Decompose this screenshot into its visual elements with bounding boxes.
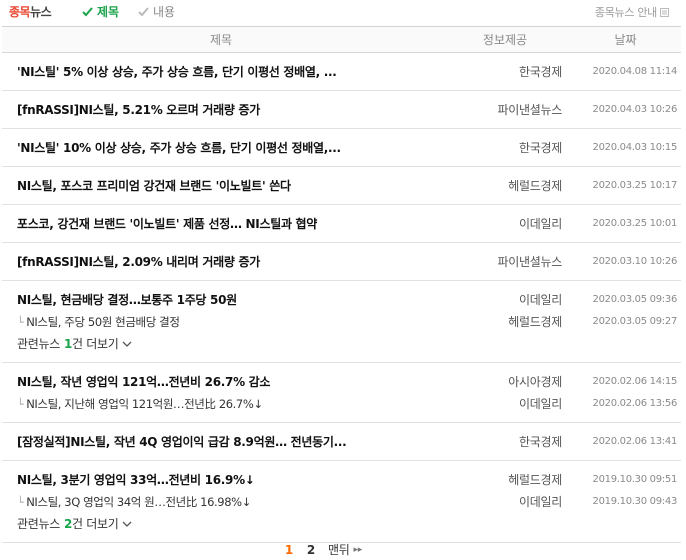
news-date: 2020.02.06 14:15 xyxy=(592,376,677,387)
related-news-link[interactable]: └ NI스틸, 지난해 영업익 121억원…전년比 26.7%↓ xyxy=(17,393,440,415)
table-row: [잠정실적]NI스틸, 작년 4Q 영업이익 급감 8.9억원… 전년동기...… xyxy=(2,422,681,461)
news-source: 파이낸셜뉴스 xyxy=(497,255,562,269)
section-title-part1: 종목 xyxy=(9,5,31,19)
news-date: 2020.03.05 09:36 xyxy=(592,294,677,305)
news-source: 한국경제 xyxy=(519,435,562,449)
related-news-link[interactable]: └ NI스틸, 3Q 영업익 34억 원…전년比 16.98%↓ xyxy=(17,491,440,513)
info-box-icon xyxy=(660,7,669,17)
news-date: 2020.02.06 13:41 xyxy=(592,436,677,447)
section-title-part2: 뉴스 xyxy=(30,5,52,19)
chevron-down-icon xyxy=(122,341,131,347)
related-news-label: 관련뉴스 xyxy=(17,517,60,531)
last-page-label: 맨뒤 xyxy=(328,543,350,557)
news-title-link[interactable]: 'NI스틸' 10% 이상 상승, 주가 상승 흐름, 단기 이평선 정배열,.… xyxy=(17,137,440,159)
table-row: NI스틸, 포스코 프리미엄 강건재 브랜드 '이노빌트' 쓴다 헤럴드경제 2… xyxy=(2,166,681,205)
related-news-label: 관련뉴스 xyxy=(17,337,60,351)
chevron-down-icon xyxy=(122,521,131,527)
related-news-title: NI스틸, 3Q 영업익 34억 원…전년比 16.98%↓ xyxy=(26,495,251,509)
column-header-date: 날짜 xyxy=(570,26,681,53)
news-date: 2020.04.03 10:26 xyxy=(592,104,677,115)
related-news-date: 2019.10.30 09:43 xyxy=(592,496,677,507)
related-news-more[interactable]: 관련뉴스 2 건 더보기 xyxy=(17,513,440,535)
news-source: 한국경제 xyxy=(519,65,562,79)
related-news-title: NI스틸, 주당 50원 현금배당 결정 xyxy=(26,315,180,329)
related-news-count: 1 xyxy=(63,337,73,351)
news-title-link[interactable]: NI스틸, 작년 영업익 121억…전년비 26.7% 감소 xyxy=(17,371,440,393)
news-source: 헤럴드경제 xyxy=(508,473,562,487)
last-page-link[interactable]: 맨뒤 ▸▸ xyxy=(328,541,362,558)
news-title-link[interactable]: [fnRASSI]NI스틸, 5.21% 오르며 거래량 증가 xyxy=(17,99,440,121)
filter-title-toggle[interactable]: 제목 xyxy=(82,3,119,20)
table-row: [fnRASSI]NI스틸, 2.09% 내리며 거래량 증가 파이낸셜뉴스 2… xyxy=(2,242,681,281)
news-guide-label: 종목뉴스 안내 xyxy=(594,6,657,19)
news-date: 2020.03.25 10:17 xyxy=(592,180,677,191)
sub-bullet-icon: └ xyxy=(17,316,24,329)
check-icon xyxy=(82,7,93,17)
news-date: 2020.03.25 10:01 xyxy=(592,218,677,229)
related-news-date: 2020.03.05 09:27 xyxy=(592,316,677,327)
news-header: 종목뉴스 제목 내용 종목뉴스 안내 xyxy=(0,0,686,22)
related-news-suffix: 건 더보기 xyxy=(72,337,119,351)
news-title-link[interactable]: [잠정실적]NI스틸, 작년 4Q 영업이익 급감 8.9억원… 전년동기... xyxy=(17,431,440,453)
news-title-link[interactable]: [fnRASSI]NI스틸, 2.09% 내리며 거래량 증가 xyxy=(17,251,440,273)
table-row: 'NI스틸' 5% 이상 상승, 주가 상승 흐름, 단기 이평선 정배열, .… xyxy=(2,52,681,91)
news-source: 아시아경제 xyxy=(508,375,562,389)
filter-body-toggle[interactable]: 내용 xyxy=(138,3,175,20)
related-news-source: 이데일리 xyxy=(519,495,562,509)
filter-body-label: 내용 xyxy=(153,5,176,19)
related-news-more[interactable]: 관련뉴스 1 건 더보기 xyxy=(17,333,440,355)
news-date: 2019.10.30 09:51 xyxy=(592,474,677,485)
news-title-link[interactable]: NI스틸, 현금배당 결정…보통주 1주당 50원 xyxy=(17,289,440,311)
news-date: 2020.04.03 10:15 xyxy=(592,142,677,153)
news-date: 2020.03.10 10:26 xyxy=(592,256,677,267)
related-news-link[interactable]: └ NI스틸, 주당 50원 현금배당 결정 xyxy=(17,311,440,333)
news-table: 제목 정보제공 날짜 'NI스틸' 5% 이상 상승, 주가 상승 흐름, 단기… xyxy=(2,26,681,543)
news-guide-link[interactable]: 종목뉴스 안내 xyxy=(595,4,669,20)
column-header-source: 정보제공 xyxy=(440,26,570,53)
news-title-link[interactable]: NI스틸, 포스코 프리미엄 강건재 브랜드 '이노빌트' 쓴다 xyxy=(17,175,440,197)
related-news-date: 2020.02.06 13:56 xyxy=(592,398,677,409)
table-row: [fnRASSI]NI스틸, 5.21% 오르며 거래량 증가 파이낸셜뉴스 2… xyxy=(2,90,681,129)
related-news-count: 2 xyxy=(63,517,73,531)
news-source: 헤럴드경제 xyxy=(508,179,562,193)
check-icon xyxy=(138,7,149,17)
filter-title-label: 제목 xyxy=(97,5,120,19)
news-source: 이데일리 xyxy=(519,217,562,231)
pagination: 1 2 맨뒤 ▸▸ xyxy=(278,541,362,558)
news-title-link[interactable]: 포스코, 강건재 브랜드 '이노빌트' 제품 선정… NI스틸과 협약 xyxy=(17,213,440,235)
page-1-link[interactable]: 1 xyxy=(278,543,300,557)
news-title-link[interactable]: 'NI스틸' 5% 이상 상승, 주가 상승 흐름, 단기 이평선 정배열, .… xyxy=(17,61,440,83)
table-header-row: 제목 정보제공 날짜 xyxy=(2,26,681,53)
double-arrow-icon: ▸▸ xyxy=(353,544,362,555)
related-news-title: NI스틸, 지난해 영업익 121억원…전년比 26.7%↓ xyxy=(26,397,263,411)
table-row: 'NI스틸' 10% 이상 상승, 주가 상승 흐름, 단기 이평선 정배열,.… xyxy=(2,128,681,167)
sub-bullet-icon: └ xyxy=(17,398,24,411)
table-row: 포스코, 강건재 브랜드 '이노빌트' 제품 선정… NI스틸과 협약 이데일리… xyxy=(2,204,681,243)
column-header-title: 제목 xyxy=(2,26,440,53)
news-date: 2020.04.08 11:14 xyxy=(592,66,677,77)
news-source: 이데일리 xyxy=(519,293,562,307)
news-source: 파이낸셜뉴스 xyxy=(497,103,562,117)
news-source: 한국경제 xyxy=(519,141,562,155)
table-row: NI스틸, 현금배당 결정…보통주 1주당 50원 └ NI스틸, 주당 50원 … xyxy=(2,280,681,363)
related-news-source: 헤럴드경제 xyxy=(508,315,562,329)
related-news-source: 이데일리 xyxy=(519,397,562,411)
sub-bullet-icon: └ xyxy=(17,496,24,509)
section-title: 종목뉴스 xyxy=(9,3,52,20)
table-row: NI스틸, 3분기 영업익 33억…전년비 16.9%↓ └ NI스틸, 3Q 영… xyxy=(2,460,681,543)
news-title-link[interactable]: NI스틸, 3분기 영업익 33억…전년비 16.9%↓ xyxy=(17,469,440,491)
table-row: NI스틸, 작년 영업익 121억…전년비 26.7% 감소 └ NI스틸, 지난… xyxy=(2,362,681,423)
related-news-suffix: 건 더보기 xyxy=(72,517,119,531)
page-2-link[interactable]: 2 xyxy=(300,543,322,557)
